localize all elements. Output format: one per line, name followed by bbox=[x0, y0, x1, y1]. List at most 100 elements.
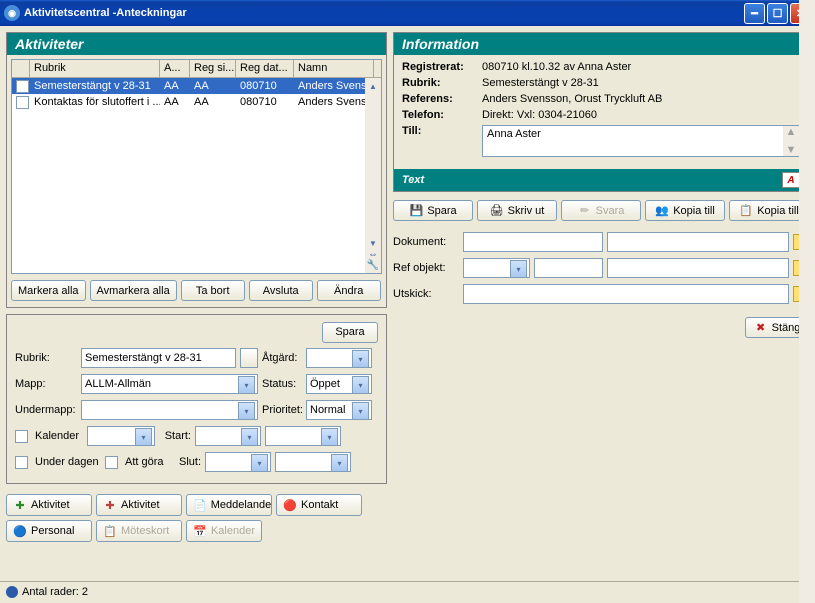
scroll-up-icon[interactable]: ▲ bbox=[367, 80, 379, 92]
app-icon: ◉ bbox=[4, 5, 20, 21]
calendar-button: 📅Kalender bbox=[186, 520, 262, 542]
status-bar: Antal rader: 2 bbox=[0, 581, 815, 601]
calendar-icon: 📅 bbox=[193, 524, 207, 538]
kopiatill-button[interactable]: 👥Kopia till bbox=[645, 200, 725, 221]
grid-split-icon[interactable]: ⇔ bbox=[368, 249, 378, 260]
undermapp-combo[interactable] bbox=[81, 400, 258, 420]
new-activity-icon: ✚ bbox=[13, 498, 27, 512]
close-icon: ✖ bbox=[754, 321, 768, 335]
personal-icon: 🔵 bbox=[13, 524, 27, 538]
utskick-input[interactable] bbox=[463, 284, 789, 304]
col-rubrik[interactable]: Rubrik bbox=[30, 60, 160, 77]
scroll-up-icon[interactable]: ▲ bbox=[786, 126, 797, 138]
status-text: Antal rader: 2 bbox=[22, 586, 88, 598]
print-icon: 🖨 bbox=[490, 204, 504, 218]
info-header: Information bbox=[394, 33, 808, 55]
spara-button[interactable]: 💾Spara bbox=[393, 200, 473, 221]
slut-time-combo[interactable] bbox=[275, 452, 351, 472]
info-panel: Information Registrerat:080710 kl.10.32 … bbox=[393, 32, 809, 192]
font-icon[interactable]: A bbox=[782, 172, 800, 188]
dokument-label: Dokument: bbox=[393, 236, 459, 248]
reg-value: 080710 kl.10.32 av Anna Aster bbox=[482, 61, 631, 73]
atgard-label: Åtgärd: bbox=[262, 352, 302, 364]
dokument-input-2[interactable] bbox=[607, 232, 789, 252]
open-activity-button[interactable]: ✚Aktivitet bbox=[96, 494, 182, 516]
col-regdat[interactable]: Reg dat... bbox=[236, 60, 294, 77]
status-icon bbox=[6, 586, 18, 598]
col-namn[interactable]: Namn bbox=[294, 60, 374, 77]
svara-button: ✏Svara bbox=[561, 200, 641, 221]
start-time-combo[interactable] bbox=[265, 426, 341, 446]
mapp-label: Mapp: bbox=[15, 378, 77, 390]
dokument-input-1[interactable] bbox=[463, 232, 603, 252]
ref-value: Anders Svensson, Orust Tryckluft AB bbox=[482, 93, 662, 105]
refobj-combo[interactable] bbox=[463, 258, 530, 278]
refobj-input-1[interactable] bbox=[534, 258, 603, 278]
copy-icon: 👥 bbox=[655, 204, 669, 218]
utskick-label: Utskick: bbox=[393, 288, 459, 300]
edit-button[interactable]: Ändra bbox=[317, 280, 381, 301]
kopiatill2-button[interactable]: 📋Kopia till bbox=[729, 200, 809, 221]
reply-icon: ✏ bbox=[578, 204, 592, 218]
rubrik-picker-button[interactable] bbox=[240, 348, 258, 368]
window-titlebar: ◉ Aktivitetscentral -Anteckningar ━ ☐ ✕ bbox=[0, 0, 815, 26]
prio-combo[interactable]: Normal bbox=[306, 400, 372, 420]
info-rubrik-value: Semesterstängt v 28-31 bbox=[482, 77, 599, 89]
new-activity-button[interactable]: ✚Aktivitet bbox=[6, 494, 92, 516]
ref-label: Referens: bbox=[402, 93, 482, 105]
info-rubrik-label: Rubrik: bbox=[402, 77, 482, 89]
mapp-combo[interactable]: ALLM-Allmän bbox=[81, 374, 258, 394]
slut-date-combo[interactable] bbox=[205, 452, 271, 472]
row-checkbox[interactable] bbox=[16, 96, 29, 109]
table-row[interactable]: Semesterstängt v 28-31 AA AA 080710 Ande… bbox=[12, 78, 381, 94]
close-activity-button[interactable]: Avsluta bbox=[249, 280, 313, 301]
form-panel: Spara Rubrik: Åtgärd: Mapp: ALLM-Allmän … bbox=[6, 314, 387, 484]
activities-grid[interactable]: Rubrik A... Reg si... Reg dat... Namn Se… bbox=[11, 59, 382, 274]
message-icon: 📄 bbox=[193, 498, 207, 512]
scroll-down-icon[interactable]: ▼ bbox=[786, 144, 797, 156]
rubrik-input[interactable] bbox=[81, 348, 236, 368]
mark-all-button[interactable]: Markera alla bbox=[11, 280, 86, 301]
activities-header: Aktiviteter bbox=[7, 33, 386, 55]
attgora-checkbox[interactable] bbox=[105, 456, 118, 469]
col-regsi[interactable]: Reg si... bbox=[190, 60, 236, 77]
text-header: Text A bbox=[394, 169, 808, 191]
message-button[interactable]: 📄Meddelande bbox=[186, 494, 272, 516]
activities-panel: Aktiviteter Rubrik A... Reg si... Reg da… bbox=[6, 32, 387, 308]
underdagen-label: Under dagen bbox=[35, 456, 101, 468]
skrivut-button[interactable]: 🖨Skriv ut bbox=[477, 200, 557, 221]
scroll-down-icon[interactable]: ▼ bbox=[367, 237, 379, 249]
underdagen-checkbox[interactable] bbox=[15, 456, 28, 469]
grid-header: Rubrik A... Reg si... Reg dat... Namn bbox=[12, 60, 381, 78]
unmark-all-button[interactable]: Avmarkera alla bbox=[90, 280, 177, 301]
grid-scrollbar[interactable]: ▲ ▼ ⇔ 🔧 bbox=[365, 78, 381, 273]
window-maximize-button[interactable]: ☐ bbox=[767, 3, 788, 24]
delete-button[interactable]: Ta bort bbox=[181, 280, 245, 301]
till-label: Till: bbox=[402, 125, 482, 157]
kalender-label: Kalender bbox=[35, 430, 83, 442]
attgora-label: Att göra bbox=[125, 456, 165, 468]
tel-value: Direkt: Vxl: 0304-21060 bbox=[482, 109, 597, 121]
atgard-combo[interactable] bbox=[306, 348, 372, 368]
save-button[interactable]: Spara bbox=[322, 322, 378, 343]
window-minimize-button[interactable]: ━ bbox=[744, 3, 765, 24]
row-checkbox[interactable] bbox=[16, 80, 29, 93]
reg-label: Registrerat: bbox=[402, 61, 482, 73]
textarea-scrollbar[interactable] bbox=[799, 0, 815, 603]
table-row[interactable]: Kontaktas för slutoffert i ... AA AA 080… bbox=[12, 94, 381, 110]
meeting-icon: 📋 bbox=[103, 524, 117, 538]
undermapp-label: Undermapp: bbox=[15, 404, 77, 416]
prio-label: Prioritet: bbox=[262, 404, 302, 416]
grid-tool-icon[interactable]: 🔧 bbox=[367, 260, 379, 271]
till-box[interactable]: Anna Aster ▲▼ bbox=[482, 125, 800, 157]
status-combo[interactable]: Öppet bbox=[306, 374, 372, 394]
start-date-combo[interactable] bbox=[195, 426, 261, 446]
kalender-checkbox[interactable] bbox=[15, 430, 28, 443]
personal-button[interactable]: 🔵Personal bbox=[6, 520, 92, 542]
contact-icon: 🔴 bbox=[283, 498, 297, 512]
refobj-input-2[interactable] bbox=[607, 258, 789, 278]
contact-button[interactable]: 🔴Kontakt bbox=[276, 494, 362, 516]
col-a[interactable]: A... bbox=[160, 60, 190, 77]
kalender-combo[interactable] bbox=[87, 426, 155, 446]
refobj-label: Ref objekt: bbox=[393, 262, 459, 274]
